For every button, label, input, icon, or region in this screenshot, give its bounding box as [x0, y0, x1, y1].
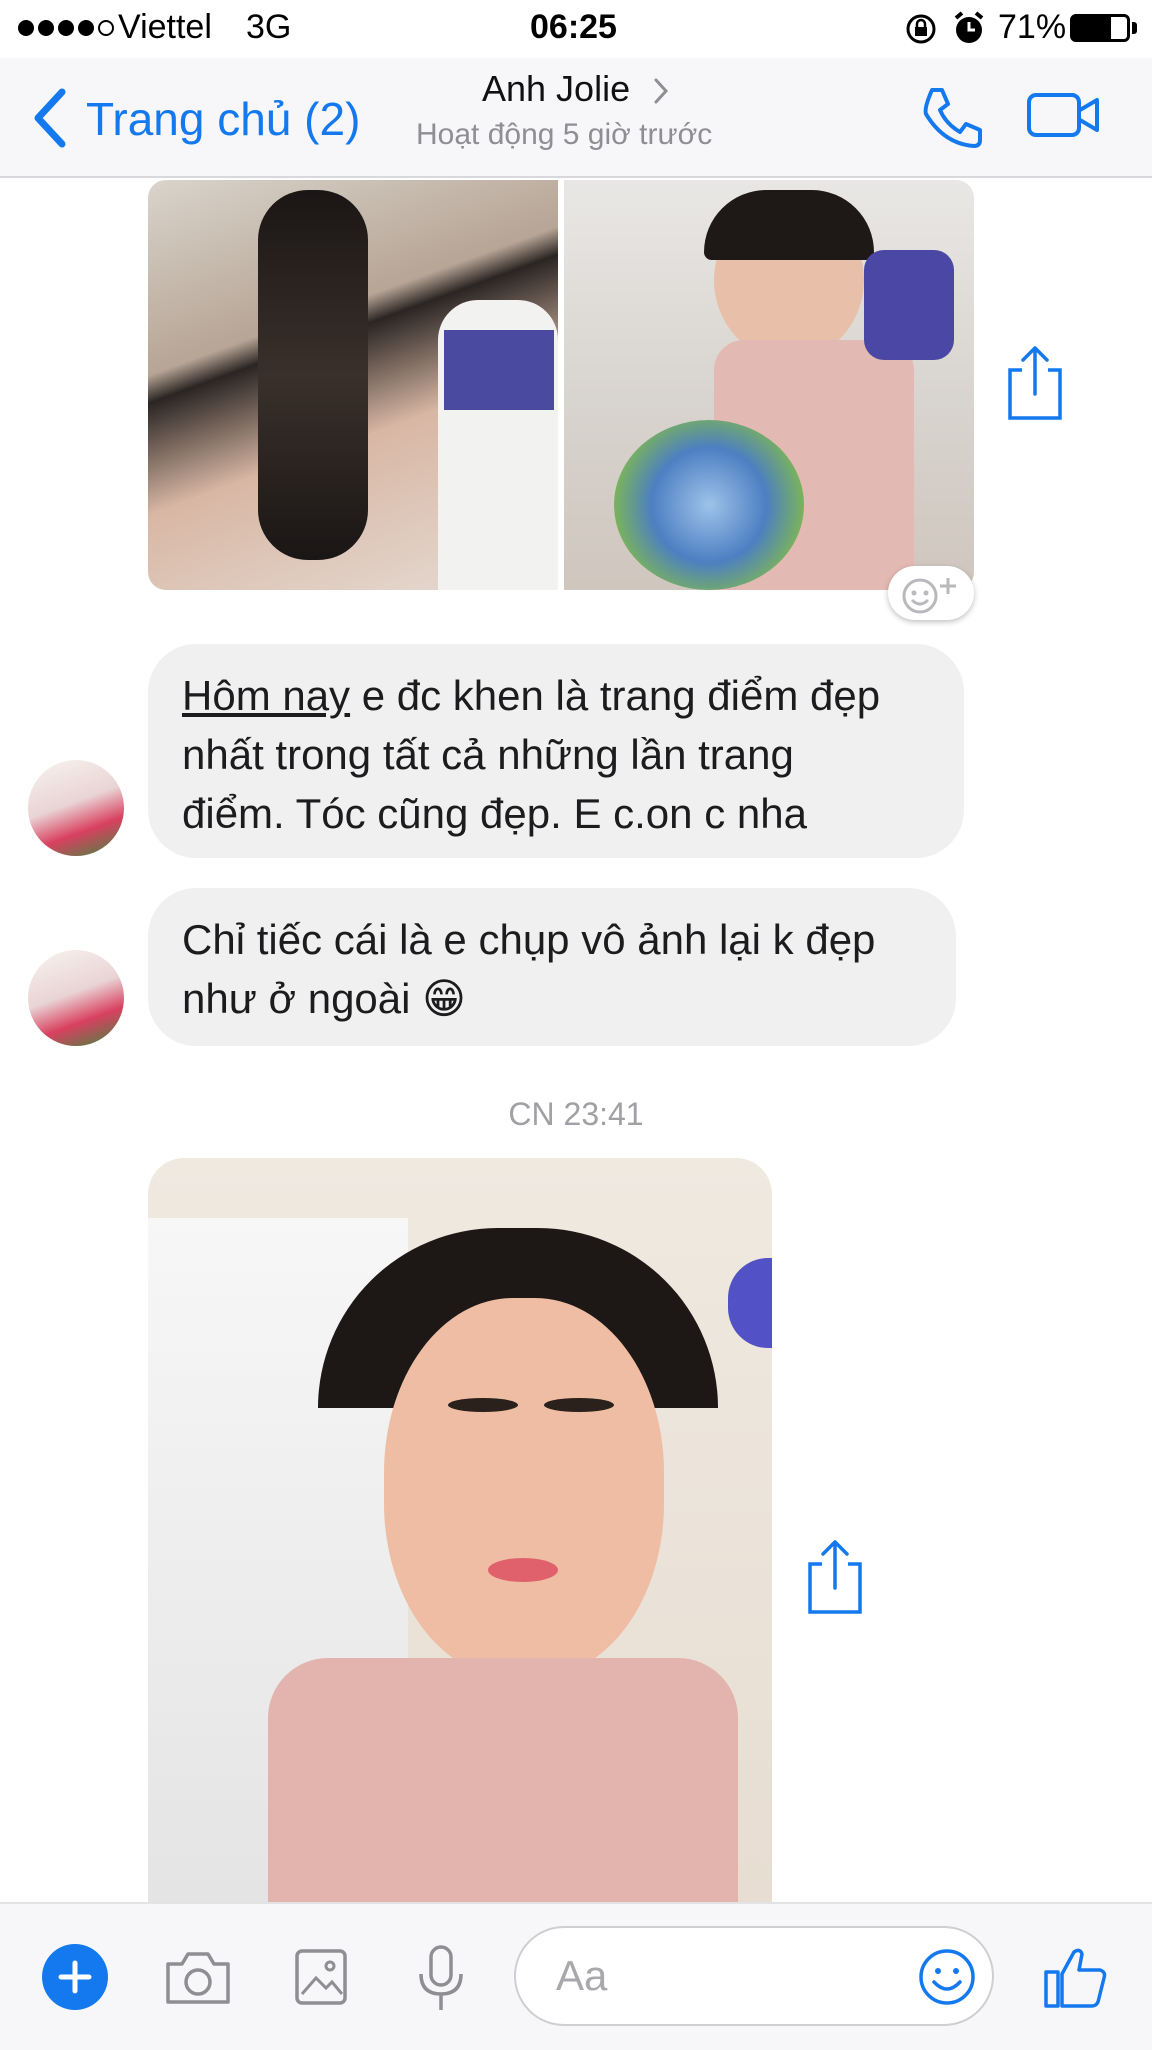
microphone-icon[interactable]: [416, 1944, 466, 2014]
message-text: e đc khen là trang điểm đẹp: [350, 672, 881, 719]
video-camera-icon[interactable]: [1026, 92, 1100, 138]
contact-avatar[interactable]: [28, 760, 124, 856]
smiley-plus-icon: [902, 578, 956, 614]
message-input[interactable]: Aa: [514, 1926, 994, 2026]
clock: 06:25: [530, 8, 617, 46]
share-icon[interactable]: [806, 1538, 864, 1616]
contact-name[interactable]: Anh Jolie: [482, 68, 630, 110]
carrier-label: Viettel: [118, 8, 212, 46]
battery-icon: [1070, 14, 1130, 42]
message-text: như ở ngoài: [182, 975, 411, 1022]
message-input-placeholder: Aa: [556, 1952, 608, 1999]
message-bubble[interactable]: Chỉ tiếc cái là e chụp vô ảnh lại k đẹp …: [148, 888, 956, 1046]
battery-percent: 71%: [998, 8, 1067, 46]
message-text: nhất trong tất cả những lần trang: [182, 731, 794, 778]
message-text: điểm. Tóc cũng đẹp. E c.on c nha: [182, 790, 807, 837]
message-bubble[interactable]: Hôm nay e đc khen là trang điểm đẹp nhất…: [148, 644, 964, 858]
share-icon[interactable]: [1006, 344, 1064, 422]
photo-back-hairstyle[interactable]: [148, 180, 558, 590]
grinning-emoji: 😁: [422, 975, 466, 1022]
timestamp-divider: CN 23:41: [508, 1096, 644, 1132]
plus-button[interactable]: [42, 1944, 108, 2010]
photo-selfie[interactable]: [148, 1158, 772, 1902]
message-text: Chỉ tiếc cái là e chụp vô ảnh lại k đẹp: [182, 916, 876, 963]
thumbs-up-icon[interactable]: [1042, 1944, 1108, 2010]
message-link[interactable]: Hôm nay: [182, 672, 350, 719]
composer-bar: Aa: [0, 1902, 1152, 2050]
signal-strength-icon: [18, 20, 114, 36]
plus-icon: [58, 1960, 92, 1994]
add-reaction-button[interactable]: [888, 566, 974, 620]
chevron-right-icon[interactable]: [652, 76, 670, 106]
rotation-lock-icon: [906, 14, 936, 44]
phone-icon[interactable]: [918, 84, 982, 150]
chevron-left-icon[interactable]: [30, 88, 70, 148]
emoji-icon[interactable]: [918, 1948, 976, 2006]
contact-avatar[interactable]: [28, 950, 124, 1046]
image-icon[interactable]: [294, 1948, 348, 2006]
navigation-bar: Trang chủ (2) Anh Jolie Hoạt động 5 giờ …: [0, 58, 1152, 178]
camera-icon[interactable]: [164, 1950, 232, 2006]
alarm-icon: [954, 11, 984, 43]
network-label: 3G: [246, 8, 292, 46]
status-bar: Viettel 3G 06:25 71%: [0, 0, 1152, 58]
back-button[interactable]: Trang chủ (2): [86, 92, 360, 146]
contact-status: Hoạt động 5 giờ trước: [416, 118, 713, 151]
photo-bouquet[interactable]: [564, 180, 974, 590]
